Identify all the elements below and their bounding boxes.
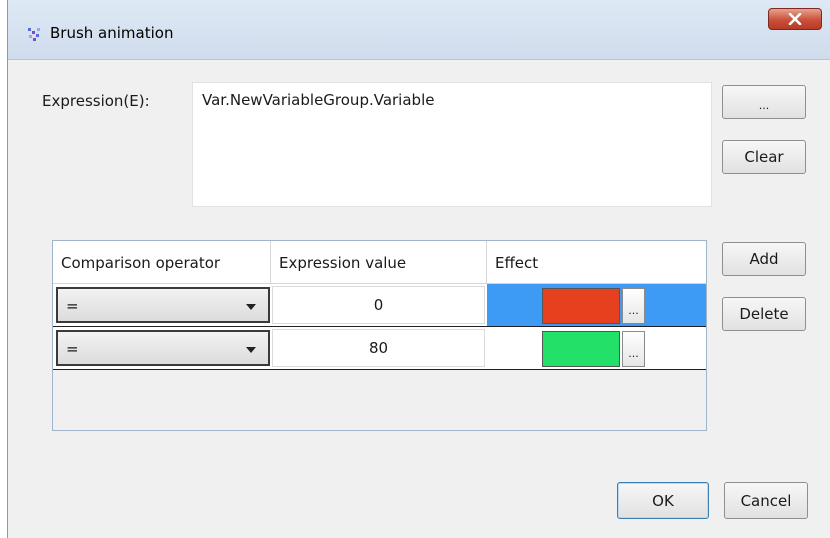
table-header: Comparison operator Expression value Eff…	[53, 241, 706, 284]
add-button[interactable]: Add	[722, 242, 806, 276]
close-button[interactable]	[768, 8, 822, 30]
browse-button[interactable]: ...	[722, 85, 806, 119]
conditions-table: Comparison operator Expression value Eff…	[52, 240, 707, 431]
effect-edit-button[interactable]: ...	[622, 288, 645, 324]
table-row[interactable]: = 80 ...	[53, 327, 706, 370]
expression-value-input[interactable]: 80	[272, 329, 485, 367]
column-header-value[interactable]: Expression value	[271, 241, 487, 284]
expression-label: Expression(E):	[42, 92, 150, 110]
operator-cell: =	[53, 327, 271, 369]
column-header-operator[interactable]: Comparison operator	[53, 241, 271, 284]
column-header-effect[interactable]: Effect	[487, 241, 706, 284]
expression-input[interactable]: Var.NewVariableGroup.Variable	[192, 82, 712, 207]
expression-value-input[interactable]: 0	[272, 286, 485, 324]
browse-button-label: ...	[758, 98, 770, 112]
operator-value: =	[66, 297, 79, 315]
cancel-button[interactable]: Cancel	[724, 482, 808, 519]
chevron-down-icon	[246, 304, 256, 310]
close-icon	[788, 13, 802, 25]
window-title: Brush animation	[50, 24, 174, 42]
clear-button[interactable]: Clear	[722, 140, 806, 174]
table-row[interactable]: = 0 ...	[53, 284, 706, 327]
dialog-content: Expression(E): Var.NewVariableGroup.Vari…	[8, 61, 830, 538]
delete-button[interactable]: Delete	[722, 297, 806, 331]
chevron-down-icon	[246, 347, 256, 353]
ok-button[interactable]: OK	[617, 482, 709, 519]
operator-dropdown[interactable]: =	[56, 330, 270, 366]
brush-animation-icon	[28, 28, 40, 41]
operator-cell: =	[53, 284, 271, 326]
dialog-window: Brush animation Expression(E): Var.NewVa…	[7, 0, 830, 538]
effect-color-swatch[interactable]	[542, 331, 620, 367]
operator-value: =	[66, 340, 79, 358]
title-bar: Brush animation	[8, 0, 830, 60]
effect-color-swatch[interactable]	[542, 288, 620, 324]
operator-dropdown[interactable]: =	[56, 287, 270, 323]
effect-edit-button[interactable]: ...	[622, 331, 645, 367]
